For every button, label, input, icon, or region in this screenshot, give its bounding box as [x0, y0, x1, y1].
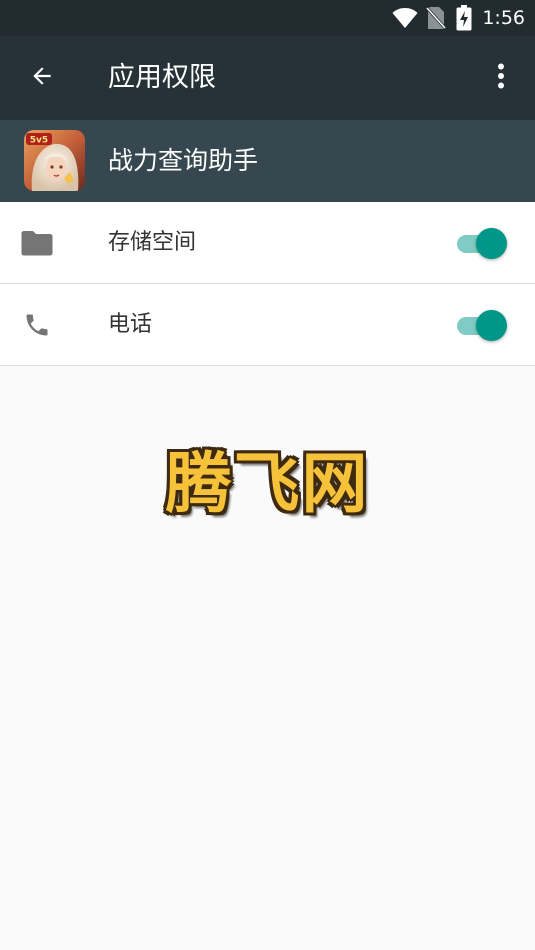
storage-toggle[interactable]	[455, 227, 507, 259]
back-button[interactable]	[22, 58, 62, 98]
watermark: 腾飞网	[165, 445, 370, 522]
more-options-button[interactable]	[481, 58, 521, 98]
battery-charging-icon	[456, 5, 472, 31]
game-app-icon: 5v5	[24, 130, 85, 191]
permission-label: 存储空间	[108, 230, 197, 255]
app-bar: 应用权限	[0, 36, 535, 120]
permission-list: 存储空间 电话	[0, 202, 535, 366]
permission-row-phone[interactable]: 电话	[0, 284, 535, 366]
more-vert-icon	[497, 63, 505, 93]
toggle-thumb	[476, 310, 507, 341]
status-bar: 1:56	[0, 0, 535, 36]
permission-row-storage[interactable]: 存储空间	[0, 202, 535, 284]
phone-icon	[20, 308, 54, 342]
no-sim-icon	[426, 6, 447, 30]
status-time: 1:56	[482, 7, 525, 29]
page-title: 应用权限	[108, 62, 216, 93]
svg-text:5v5: 5v5	[30, 136, 48, 146]
folder-icon	[20, 226, 54, 260]
permission-label: 电话	[108, 312, 153, 337]
app-header: 5v5 战力查询助手	[0, 120, 535, 202]
arrow-back-icon	[29, 63, 55, 93]
phone-toggle[interactable]	[455, 309, 507, 341]
status-icons: 1:56	[392, 0, 525, 36]
toggle-thumb	[476, 228, 507, 259]
app-name: 战力查询助手	[108, 146, 259, 175]
wifi-icon	[392, 7, 418, 29]
